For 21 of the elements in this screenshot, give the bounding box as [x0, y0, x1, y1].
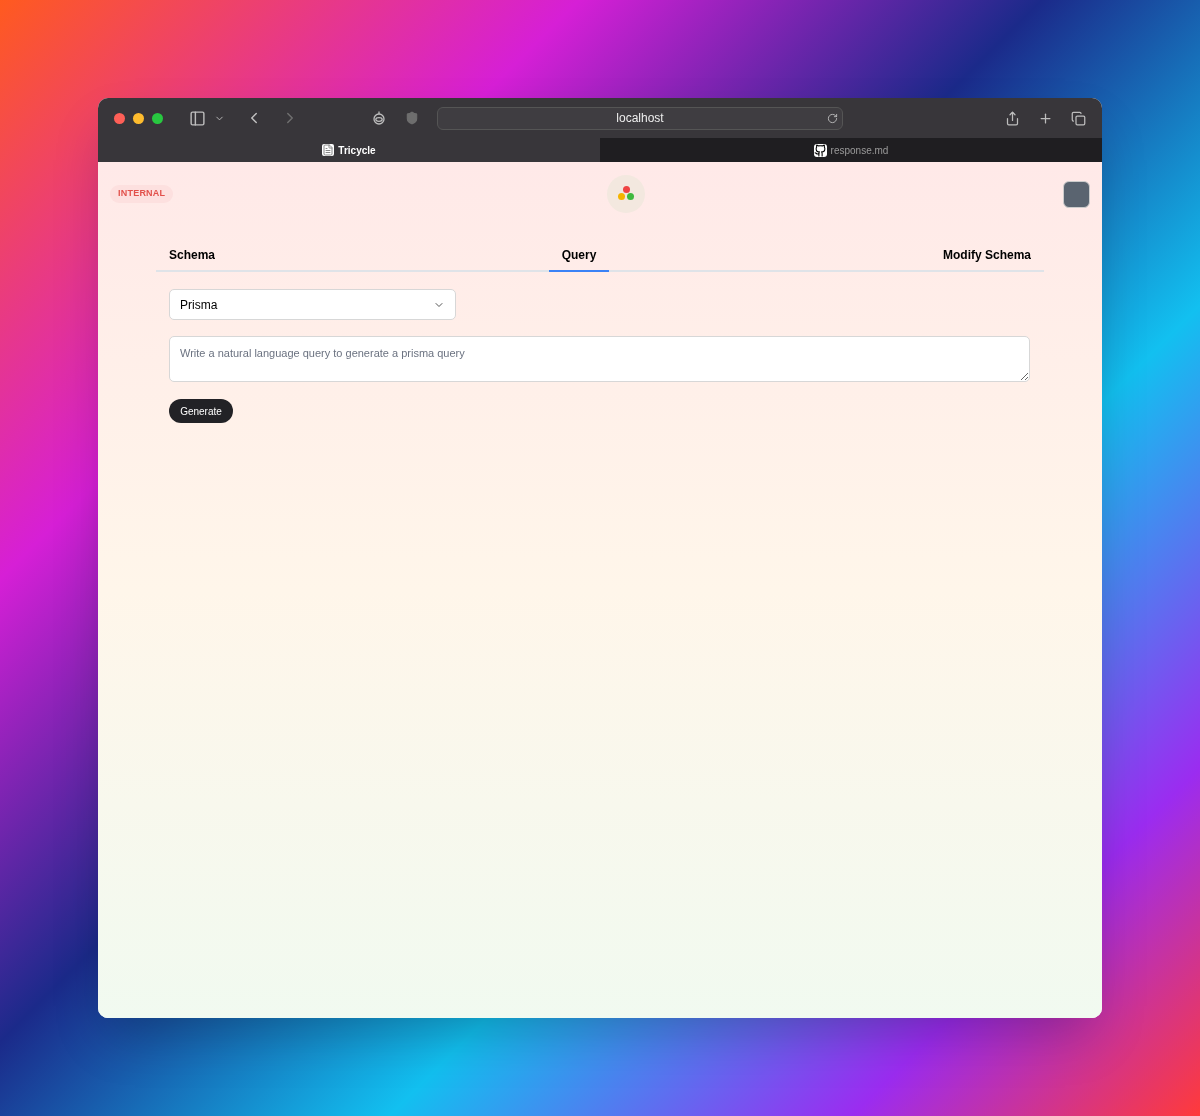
close-window-icon[interactable]	[114, 112, 125, 124]
browser-tab[interactable]: Tricycle	[98, 138, 600, 162]
maximize-window-icon[interactable]	[152, 112, 163, 124]
reload-icon[interactable]	[827, 112, 838, 124]
tab[interactable]: Modify Schema	[929, 246, 1044, 272]
document-icon	[322, 144, 335, 156]
share-icon[interactable]	[1005, 110, 1020, 126]
tab[interactable]: Query	[548, 246, 610, 272]
generate-button[interactable]: Generate	[169, 399, 233, 423]
minimize-window-icon[interactable]	[133, 112, 144, 124]
logo-icon	[607, 175, 646, 213]
sidebar-icon[interactable]	[189, 109, 206, 127]
query-input[interactable]: Write a natural language query to generate a prisma query	[169, 336, 1030, 382]
address-bar[interactable]: localhost	[437, 106, 843, 130]
tabs-overview-icon[interactable]	[1071, 110, 1086, 126]
avatar[interactable]	[1063, 180, 1090, 208]
internal-badge: INTERNAL	[110, 185, 174, 203]
dropdown-select[interactable]: Prisma	[169, 289, 456, 320]
github-icon	[813, 143, 827, 157]
tab[interactable]: Schema	[156, 246, 229, 272]
new-tab-icon[interactable]	[1038, 110, 1053, 126]
